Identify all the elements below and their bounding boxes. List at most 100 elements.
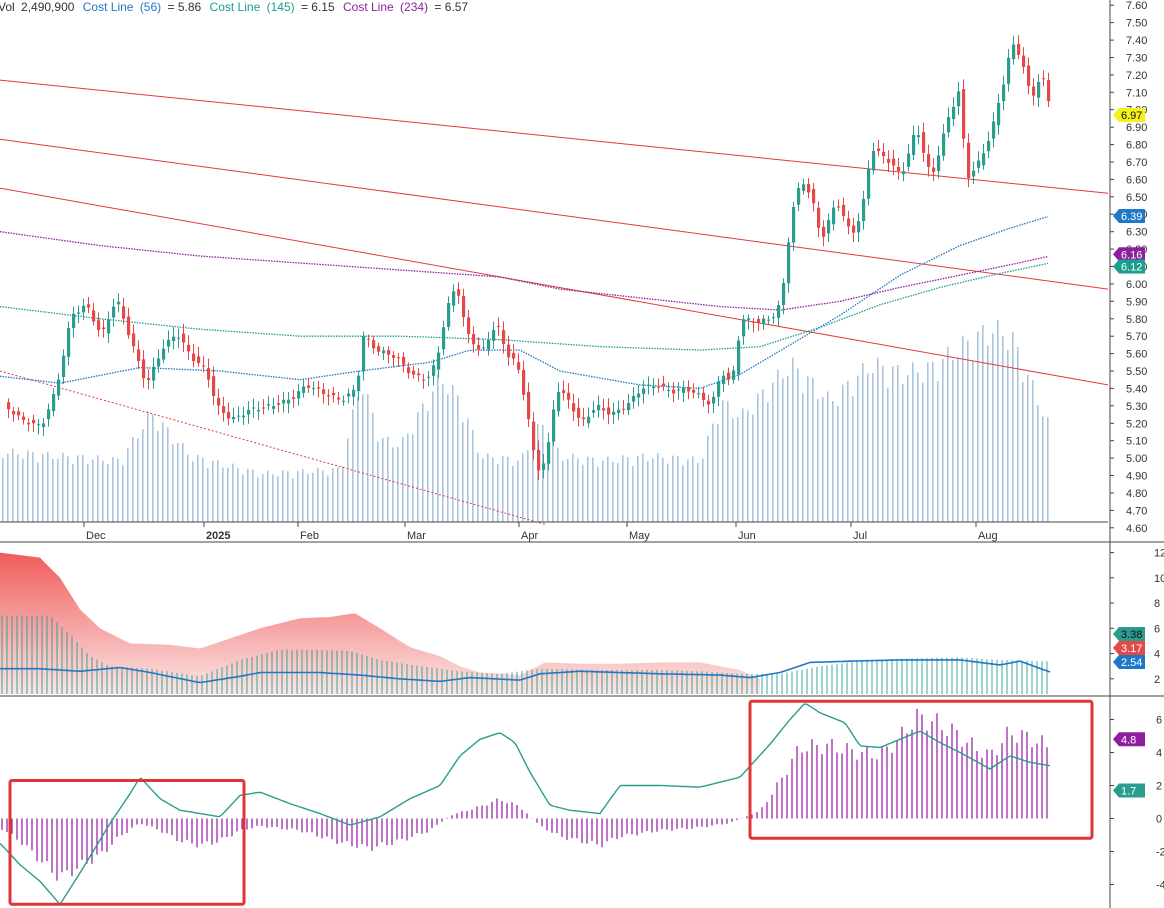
vol-value: 2,490,900	[21, 0, 75, 14]
volume-bar	[797, 368, 799, 522]
volume-bar	[52, 459, 54, 522]
candle-body	[152, 366, 156, 381]
candle-body	[897, 167, 901, 171]
y-tick-label: 6.50	[1126, 192, 1147, 204]
candle-body	[547, 442, 551, 464]
volume-bar	[152, 414, 154, 522]
candle-body	[12, 411, 16, 415]
candle-body	[457, 289, 461, 296]
candle-body	[467, 317, 471, 334]
candle-body	[602, 408, 606, 411]
candle-body	[557, 392, 561, 412]
candle-body	[642, 388, 646, 394]
volume-bar	[627, 457, 629, 522]
candle-body	[647, 384, 651, 386]
candle-body	[142, 359, 146, 379]
volume-bar	[417, 412, 419, 522]
volume-bar	[782, 378, 784, 522]
candle-body	[582, 417, 586, 420]
volume-bar	[582, 464, 584, 522]
candle-body	[247, 410, 251, 415]
candle-body	[277, 403, 281, 405]
volume-bar	[867, 373, 869, 522]
candle-body	[902, 171, 906, 175]
volume-bar	[1012, 332, 1014, 522]
volume-bar	[957, 357, 959, 522]
candle-body	[627, 402, 631, 411]
candle-body	[987, 140, 991, 152]
volume-bar	[337, 467, 339, 522]
candle-body	[762, 318, 766, 324]
candle-body	[1037, 82, 1041, 98]
volume-bar	[397, 446, 399, 522]
volume-bar	[952, 360, 954, 522]
y-tick-label: 6.60	[1126, 174, 1147, 186]
candle-body	[327, 395, 331, 397]
candle-body	[982, 153, 986, 166]
candle-body	[552, 409, 556, 442]
candle-body	[362, 335, 366, 372]
candle-body	[667, 390, 671, 392]
y-tick-label: 6.30	[1126, 227, 1147, 239]
volume-bar	[857, 375, 859, 522]
candle-body	[712, 396, 716, 404]
candle-body	[207, 368, 211, 380]
candle-body	[442, 327, 446, 350]
volume-bar	[362, 394, 364, 522]
volume-bar	[127, 448, 129, 522]
candle-body	[632, 396, 636, 402]
candle-body	[562, 390, 566, 394]
candle-body	[117, 301, 121, 305]
cost-line-56-value: = 5.86	[168, 0, 202, 14]
volume-bar	[282, 470, 284, 522]
volume-bar	[577, 458, 579, 522]
volume-bar	[677, 456, 679, 522]
volume-bar	[937, 381, 939, 522]
volume-bar	[902, 383, 904, 522]
candle-body	[17, 411, 21, 416]
volume-bar	[922, 382, 924, 522]
candle-body	[167, 339, 171, 347]
y-tick-label: 2	[1154, 674, 1160, 686]
volume-bar	[617, 462, 619, 522]
candle-body	[527, 391, 531, 420]
candle-body	[717, 381, 721, 397]
x-tick-label: Feb	[300, 530, 319, 542]
y-tick-label: 8	[1154, 598, 1160, 610]
volume-bar	[597, 466, 599, 522]
volume-bar	[72, 464, 74, 522]
candle-body	[817, 207, 821, 228]
candle-body	[412, 370, 416, 375]
candle-body	[332, 392, 336, 396]
candle-body	[827, 220, 831, 234]
y-tick-label: 6	[1156, 715, 1162, 727]
candle-body	[927, 154, 931, 167]
volume-bar	[517, 460, 519, 522]
y-tick-label: 5.00	[1126, 453, 1147, 465]
candle-body	[587, 416, 591, 424]
candle-body	[337, 397, 341, 400]
trend-line	[0, 79, 1109, 194]
volume-bar	[472, 429, 474, 522]
panel2-tag: 3.38	[1121, 629, 1142, 641]
candle-body	[272, 406, 276, 409]
candle-body	[127, 316, 131, 336]
volume-bar	[462, 422, 464, 522]
volume-bar	[117, 458, 119, 522]
volume-bar	[147, 411, 149, 522]
candle-body	[662, 383, 666, 387]
candle-body	[917, 135, 921, 138]
volume-bar	[997, 320, 999, 522]
candle-body	[212, 376, 216, 396]
y-tick-label: 5.40	[1126, 383, 1147, 395]
x-tick-label: Mar	[407, 530, 426, 542]
candle-body	[802, 184, 806, 191]
volume-bar	[1047, 417, 1049, 522]
volume-bar	[177, 442, 179, 522]
candle-body	[687, 387, 691, 392]
candle-body	[497, 325, 501, 327]
candle-body	[157, 358, 161, 367]
candle-body	[872, 151, 876, 171]
candle-body	[7, 402, 11, 410]
cost-line-145-period: (145)	[267, 0, 295, 14]
